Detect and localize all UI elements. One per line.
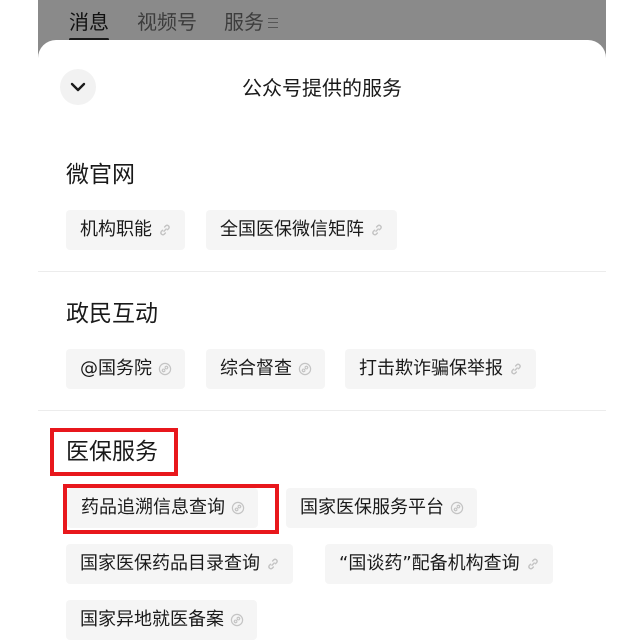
link-icon [266, 557, 280, 571]
section-title-micro-site: 微官网 [66, 162, 135, 188]
service-item-label: 打击欺诈骗保举报 [359, 358, 503, 379]
service-item-wechat-matrix[interactable]: 全国医保微信矩阵 [206, 210, 397, 250]
service-item-label: 机构职能 [80, 219, 152, 240]
link-icon [230, 613, 244, 627]
service-item-drug-catalog-query[interactable]: 国家医保药品目录查询 [66, 544, 293, 584]
link-icon [450, 501, 464, 515]
service-item-label: 综合督查 [220, 358, 292, 379]
tab-messages: 消息 [69, 10, 109, 34]
services-sheet: 公众号提供的服务 微官网 机构职能 全国医保微信矩阵 政民互动 @国务院 综合督… [38, 40, 606, 641]
sheet-title: 公众号提供的服务 [242, 76, 402, 100]
service-item-negotiated-drug-query[interactable]: “国谈药”配备机构查询 [325, 544, 553, 584]
service-item-fraud-report[interactable]: 打击欺诈骗保举报 [345, 349, 536, 389]
section-title-medical-insurance: 医保服务 [66, 439, 158, 465]
link-icon [231, 501, 245, 515]
section-divider [38, 410, 606, 411]
service-item-drug-trace-query[interactable]: 药品追溯信息查询 [67, 488, 258, 528]
section-title-public-interaction: 政民互动 [66, 301, 158, 327]
section-divider [38, 271, 606, 272]
service-item-remote-medical-filing[interactable]: 国家异地就医备案 [66, 600, 257, 640]
service-item-label: 药品追溯信息查询 [81, 497, 225, 518]
tab-channels: 视频号 [137, 10, 197, 34]
service-item-label: 国家异地就医备案 [80, 609, 224, 630]
link-icon [158, 223, 172, 237]
link-icon [158, 362, 172, 376]
service-item-label: 全国医保微信矩阵 [220, 219, 364, 240]
service-item-agency-functions[interactable]: 机构职能 [66, 210, 185, 250]
service-item-state-council[interactable]: @国务院 [66, 349, 185, 389]
tab-services: 服务 [224, 10, 264, 34]
link-icon [526, 557, 540, 571]
link-icon [509, 362, 523, 376]
link-icon [298, 362, 312, 376]
service-item-label: @国务院 [80, 358, 152, 379]
service-item-national-platform[interactable]: 国家医保服务平台 [286, 488, 477, 528]
service-item-label: 国家医保服务平台 [300, 497, 444, 518]
menu-icon [268, 18, 278, 28]
service-item-label: “国谈药”配备机构查询 [339, 553, 520, 574]
service-item-comprehensive-inspection[interactable]: 综合督查 [206, 349, 325, 389]
link-icon [370, 223, 384, 237]
service-item-label: 国家医保药品目录查询 [80, 553, 260, 574]
